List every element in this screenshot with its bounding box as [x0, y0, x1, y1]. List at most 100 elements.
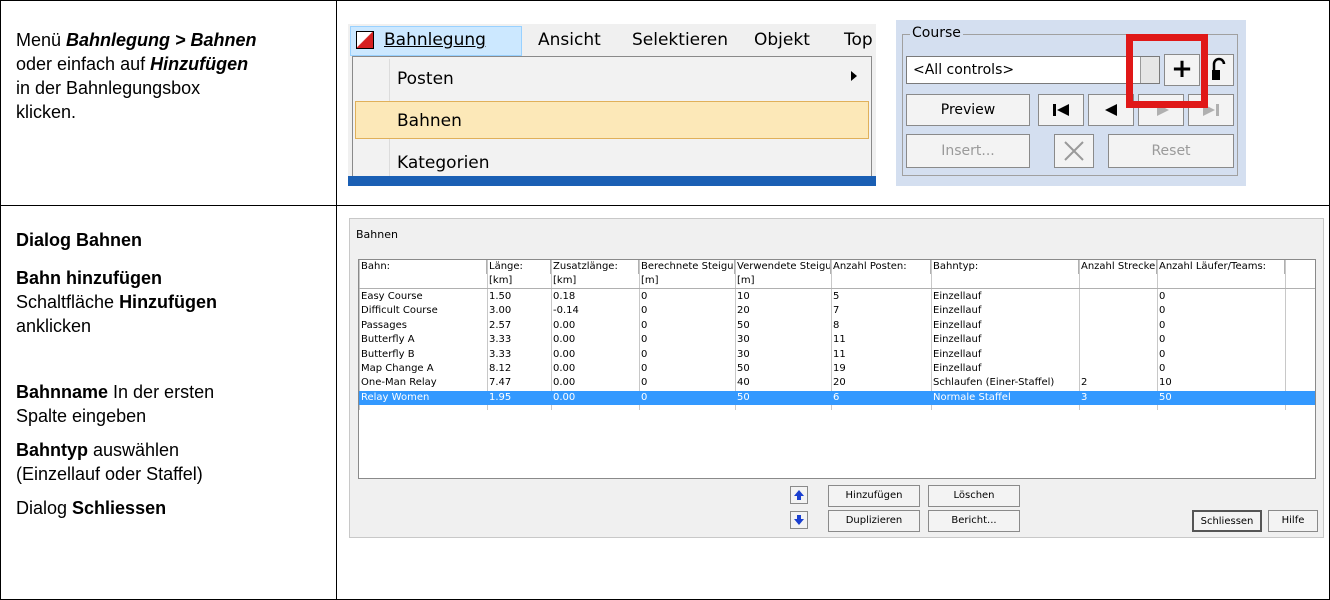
table-cell[interactable]: Zusatzlänge:: [551, 260, 639, 274]
menu-top[interactable]: Top: [844, 30, 873, 50]
table-cell[interactable]: [359, 274, 487, 288]
table-cell[interactable]: 20: [735, 304, 831, 318]
table-cell[interactable]: Map Change A: [359, 362, 487, 376]
table-row[interactable]: One-Man Relay 7.47 0.00 0 40 20 Schlaufen (Ein…: [359, 376, 1315, 390]
table-cell[interactable]: [1079, 319, 1157, 333]
menu-objekt[interactable]: Objekt: [754, 30, 810, 50]
table-cell[interactable]: 0: [1157, 362, 1285, 376]
menu-item-kategorien[interactable]: Kategorien: [397, 153, 490, 173]
table-cell[interactable]: [1079, 274, 1157, 288]
table-cell[interactable]: 3.33: [487, 333, 551, 347]
table-cell[interactable]: 0: [639, 333, 735, 347]
table-cell[interactable]: 0.00: [551, 362, 639, 376]
table-cell[interactable]: Länge:: [487, 260, 551, 274]
table-cell[interactable]: 1.50: [487, 290, 551, 304]
table-cell[interactable]: 40: [735, 376, 831, 390]
move-up-icon[interactable]: [790, 486, 808, 504]
table-cell[interactable]: 50: [735, 362, 831, 376]
table-cell[interactable]: [m]: [639, 274, 735, 288]
table-cell[interactable]: Verwendete Steigu: [735, 260, 831, 274]
table-cell[interactable]: 6: [831, 391, 931, 405]
table-header-row[interactable]: Bahn: Länge: Zusatzlänge: Berechnete Steigu…: [359, 260, 1315, 274]
duplicate-button[interactable]: Duplizieren: [828, 510, 920, 532]
table-cell[interactable]: 0: [1157, 333, 1285, 347]
table-cell[interactable]: [1079, 290, 1157, 304]
table-cell[interactable]: 0: [639, 348, 735, 362]
table-cell[interactable]: Butterfly B: [359, 348, 487, 362]
table-cell[interactable]: 50: [735, 391, 831, 405]
table-row[interactable]: Easy Course 1.50 0.18 0 10 5 Einzellauf 0: [359, 290, 1315, 304]
table-cell[interactable]: [m]: [735, 274, 831, 288]
table-cell[interactable]: Einzellauf: [931, 319, 1079, 333]
table-cell[interactable]: Relay Women: [359, 391, 487, 405]
table-cell[interactable]: Normale Staffel: [931, 391, 1079, 405]
table-cell[interactable]: [931, 274, 1079, 288]
lock-icon[interactable]: [1204, 54, 1234, 86]
table-cell[interactable]: 0.00: [551, 376, 639, 390]
table-cell[interactable]: Anzahl Strecker: [1079, 260, 1157, 274]
table-cell[interactable]: [km]: [551, 274, 639, 288]
table-cell[interactable]: 50: [735, 319, 831, 333]
table-cell[interactable]: Passages: [359, 319, 487, 333]
table-cell[interactable]: 0: [1157, 319, 1285, 333]
table-cell[interactable]: 0.00: [551, 391, 639, 405]
table-cell[interactable]: 7.47: [487, 376, 551, 390]
course-combo[interactable]: <All controls>: [906, 56, 1160, 84]
delete-icon[interactable]: [1054, 134, 1094, 168]
table-cell[interactable]: [1079, 304, 1157, 318]
table-cell[interactable]: 0: [639, 304, 735, 318]
table-cell[interactable]: [1157, 274, 1285, 288]
table-cell[interactable]: Difficult Course: [359, 304, 487, 318]
table-row[interactable]: Map Change A 8.12 0.00 0 50 19 Einzellauf 0: [359, 362, 1315, 376]
table-cell[interactable]: Schlaufen (Einer-Staffel): [931, 376, 1079, 390]
table-cell[interactable]: Anzahl Posten:: [831, 260, 931, 274]
table-cell[interactable]: [1079, 333, 1157, 347]
table-cell[interactable]: Easy Course: [359, 290, 487, 304]
table-cell[interactable]: 11: [831, 333, 931, 347]
menu-bahnlegung[interactable]: Bahnlegung: [384, 30, 486, 50]
table-cell[interactable]: 19: [831, 362, 931, 376]
table-cell[interactable]: 0: [639, 290, 735, 304]
close-button[interactable]: Schliessen: [1192, 510, 1262, 532]
table-cell[interactable]: Einzellauf: [931, 362, 1079, 376]
first-course-icon[interactable]: [1038, 94, 1084, 126]
table-cell[interactable]: 1.95: [487, 391, 551, 405]
report-button[interactable]: Bericht...: [928, 510, 1020, 532]
table-cell[interactable]: 0: [639, 319, 735, 333]
table-cell[interactable]: 10: [735, 290, 831, 304]
help-button[interactable]: Hilfe: [1268, 510, 1318, 532]
table-cell[interactable]: [831, 274, 931, 288]
table-cell[interactable]: 0: [639, 391, 735, 405]
table-cell[interactable]: Einzellauf: [931, 304, 1079, 318]
table-cell[interactable]: 0: [1157, 304, 1285, 318]
table-cell[interactable]: [km]: [487, 274, 551, 288]
delete-button[interactable]: Löschen: [928, 485, 1020, 507]
table-cell[interactable]: 0.00: [551, 333, 639, 347]
table-units-row[interactable]: [km] [km] [m] [m]: [359, 274, 1315, 288]
table-cell[interactable]: 20: [831, 376, 931, 390]
menu-item-posten[interactable]: Posten: [397, 69, 454, 89]
table-cell[interactable]: Einzellauf: [931, 290, 1079, 304]
table-cell[interactable]: 0: [639, 362, 735, 376]
table-cell[interactable]: Bahntyp:: [931, 260, 1079, 274]
table-cell[interactable]: 11: [831, 348, 931, 362]
table-cell[interactable]: Anzahl Läufer/Teams:: [1157, 260, 1285, 274]
table-cell[interactable]: Butterfly A: [359, 333, 487, 347]
table-cell[interactable]: 0: [1157, 348, 1285, 362]
table-cell[interactable]: 0.00: [551, 348, 639, 362]
menu-ansicht[interactable]: Ansicht: [538, 30, 601, 50]
table-cell[interactable]: [1079, 362, 1157, 376]
table-cell[interactable]: 3.33: [487, 348, 551, 362]
courses-table[interactable]: Bahn: Länge: Zusatzlänge: Berechnete Steigu…: [358, 259, 1316, 479]
table-row[interactable]: Relay Women 1.95 0.00 0 50 6 Normale Staffel 3 5…: [359, 390, 1315, 405]
table-cell[interactable]: 0.00: [551, 319, 639, 333]
table-cell[interactable]: 7: [831, 304, 931, 318]
table-row[interactable]: Butterfly A 3.33 0.00 0 30 11 Einzellauf 0: [359, 333, 1315, 347]
table-row[interactable]: Passages 2.57 0.00 0 50 8 Einzellauf 0: [359, 319, 1315, 333]
add-button[interactable]: Hinzufügen: [828, 485, 920, 507]
table-row[interactable]: Butterfly B 3.33 0.00 0 30 11 Einzellauf 0: [359, 348, 1315, 362]
table-cell[interactable]: 8.12: [487, 362, 551, 376]
table-cell[interactable]: 30: [735, 333, 831, 347]
table-cell[interactable]: [1079, 348, 1157, 362]
reset-button[interactable]: Reset: [1108, 134, 1234, 168]
